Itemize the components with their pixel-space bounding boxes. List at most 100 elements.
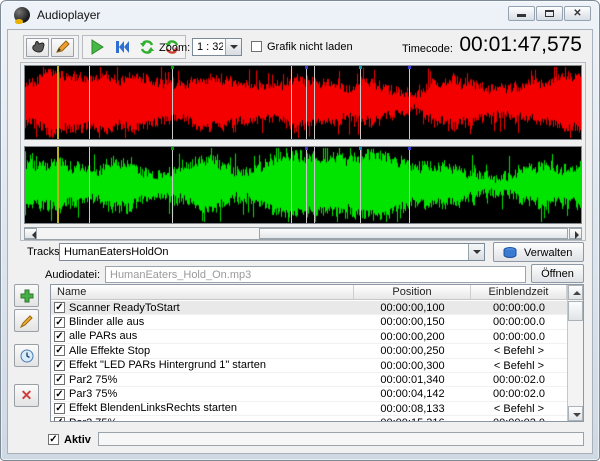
scroll-down-button[interactable] bbox=[568, 406, 583, 421]
pencil-tool-button[interactable] bbox=[51, 38, 74, 57]
cue-marker-line[interactable] bbox=[409, 66, 410, 139]
row-name-cell: Alle Effekte Stop bbox=[51, 344, 354, 357]
row-name-cell: Blinder alle aus bbox=[51, 315, 354, 328]
scroll-up-button[interactable] bbox=[568, 285, 583, 300]
column-header-name[interactable]: Name bbox=[51, 285, 354, 299]
row-checkbox[interactable] bbox=[54, 345, 65, 356]
row-position: 00:00:15,316 bbox=[354, 416, 471, 421]
playhead-line[interactable] bbox=[57, 66, 59, 139]
table-scrollbar[interactable] bbox=[567, 285, 583, 421]
chevron-down-icon bbox=[473, 250, 481, 258]
arrow-left-icon bbox=[28, 231, 36, 239]
arrow-up-icon bbox=[573, 291, 581, 295]
row-checkbox[interactable] bbox=[54, 302, 65, 313]
title-bar[interactable]: Audioplayer ✕ bbox=[1, 1, 599, 29]
delete-cue-button[interactable]: ✕ bbox=[14, 384, 39, 407]
zoom-dropdown-button[interactable] bbox=[225, 39, 241, 55]
arrow-right-icon bbox=[575, 231, 583, 239]
clock-button[interactable] bbox=[14, 344, 39, 367]
refresh-button[interactable] bbox=[135, 37, 158, 57]
row-position: 00:00:00,150 bbox=[354, 315, 471, 328]
pencil-icon bbox=[20, 314, 34, 328]
aktiv-checkbox[interactable] bbox=[48, 434, 59, 445]
waveform-right-channel[interactable] bbox=[24, 146, 582, 224]
cue-marker-line[interactable] bbox=[409, 147, 410, 223]
grafik-checkbox-label: Grafik nicht laden bbox=[267, 41, 353, 53]
waveform-scrollbar[interactable] bbox=[24, 227, 582, 240]
scrollbar-thumb[interactable] bbox=[259, 228, 568, 239]
grafik-checkbox[interactable] bbox=[251, 41, 262, 52]
maximize-button[interactable] bbox=[536, 6, 563, 21]
row-position: 00:00:00,300 bbox=[354, 359, 471, 372]
minimize-button[interactable] bbox=[508, 6, 535, 21]
cue-marker-dot bbox=[359, 147, 362, 150]
row-name: Par2 75% bbox=[69, 416, 117, 421]
row-position: 00:00:08,133 bbox=[354, 402, 471, 415]
scroll-left-button[interactable] bbox=[24, 228, 37, 239]
row-checkbox[interactable] bbox=[54, 403, 65, 414]
table-scrollbar-thumb[interactable] bbox=[568, 301, 583, 321]
row-fade: 00:00:00.0 bbox=[471, 330, 567, 343]
row-checkbox[interactable] bbox=[54, 389, 65, 400]
table-row[interactable]: alle PARs aus 00:00:00,200 00:00:00.0 bbox=[51, 330, 567, 344]
table-row[interactable]: Alle Effekte Stop 00:00:00,250 < Befehl … bbox=[51, 344, 567, 358]
row-checkbox[interactable] bbox=[54, 360, 65, 371]
cue-marker-line[interactable] bbox=[360, 147, 361, 223]
waveform-left-channel[interactable] bbox=[24, 65, 582, 140]
cue-marker-line[interactable] bbox=[89, 66, 90, 139]
cue-marker-line[interactable] bbox=[306, 66, 307, 139]
table-row[interactable]: Effekt "LED PARs Hintergrund 1" starten … bbox=[51, 359, 567, 373]
cue-marker-dot bbox=[171, 147, 174, 150]
row-name: Alle Effekte Stop bbox=[69, 344, 150, 357]
cue-marker-line[interactable] bbox=[89, 147, 90, 223]
row-fade: < Befehl > bbox=[471, 344, 567, 357]
row-fade: < Befehl > bbox=[471, 402, 567, 415]
cue-marker-line[interactable] bbox=[306, 147, 307, 223]
row-checkbox[interactable] bbox=[54, 417, 65, 421]
manage-tracks-button[interactable]: Verwalten bbox=[493, 242, 584, 262]
waveform-panel bbox=[20, 62, 586, 241]
tracks-dropdown-button[interactable] bbox=[468, 244, 484, 260]
row-fade: < Befehl > bbox=[471, 359, 567, 372]
open-file-button[interactable]: Öffnen bbox=[531, 264, 584, 283]
cue-marker-dot bbox=[408, 66, 411, 69]
pencil-icon bbox=[55, 40, 70, 54]
row-checkbox[interactable] bbox=[54, 317, 65, 328]
table-row[interactable]: Effekt BlendenLinksRechts starten 00:00:… bbox=[51, 402, 567, 416]
client-area: Zoom: 1 : 32 Grafik nicht laden Timecode… bbox=[7, 29, 593, 454]
tracks-combobox[interactable]: HumanEatersHoldOn bbox=[59, 243, 485, 261]
table-row[interactable]: Par2 75% 00:00:15,316 00:00:02.0 bbox=[51, 416, 567, 421]
hand-tool-button[interactable] bbox=[26, 38, 49, 57]
add-cue-button[interactable] bbox=[14, 284, 39, 307]
cue-marker-line[interactable] bbox=[291, 66, 292, 139]
arrow-down-icon bbox=[573, 413, 581, 417]
cue-marker-line[interactable] bbox=[291, 147, 292, 223]
column-header-fade[interactable]: Einblendzeit bbox=[471, 285, 567, 299]
cue-marker-line[interactable] bbox=[172, 147, 173, 223]
scroll-right-button[interactable] bbox=[569, 228, 582, 239]
cue-marker-line[interactable] bbox=[172, 66, 173, 139]
row-name-cell: alle PARs aus bbox=[51, 330, 354, 343]
cue-marker-line[interactable] bbox=[314, 66, 315, 139]
cue-marker-line[interactable] bbox=[360, 66, 361, 139]
skip-to-start-button[interactable] bbox=[110, 37, 133, 57]
table-row[interactable]: Scanner ReadyToStart 00:00:00,100 00:00:… bbox=[51, 301, 567, 315]
waveform-markers-top bbox=[25, 66, 581, 139]
zoom-combobox[interactable]: 1 : 32 bbox=[192, 38, 242, 56]
close-button[interactable]: ✕ bbox=[564, 6, 591, 21]
cue-marker-line[interactable] bbox=[314, 147, 315, 223]
hand-tool-icon bbox=[30, 40, 45, 54]
row-checkbox[interactable] bbox=[54, 331, 65, 342]
table-row[interactable]: Par2 75% 00:00:01,340 00:00:02.0 bbox=[51, 373, 567, 387]
row-checkbox[interactable] bbox=[54, 374, 65, 385]
play-icon bbox=[89, 39, 105, 55]
playhead-line[interactable] bbox=[57, 147, 59, 223]
play-button[interactable] bbox=[85, 37, 108, 57]
table-row[interactable]: Par3 75% 00:00:04,142 00:00:02.0 bbox=[51, 387, 567, 401]
audiofile-field[interactable]: HumanEaters_Hold_On.mp3 bbox=[105, 266, 526, 283]
table-row[interactable]: Blinder alle aus 00:00:00,150 00:00:00.0 bbox=[51, 315, 567, 329]
column-header-position[interactable]: Position bbox=[354, 285, 471, 299]
row-fade: 00:00:02.0 bbox=[471, 416, 567, 421]
row-name: Par2 75% bbox=[69, 373, 117, 386]
edit-cue-button[interactable] bbox=[14, 309, 39, 332]
